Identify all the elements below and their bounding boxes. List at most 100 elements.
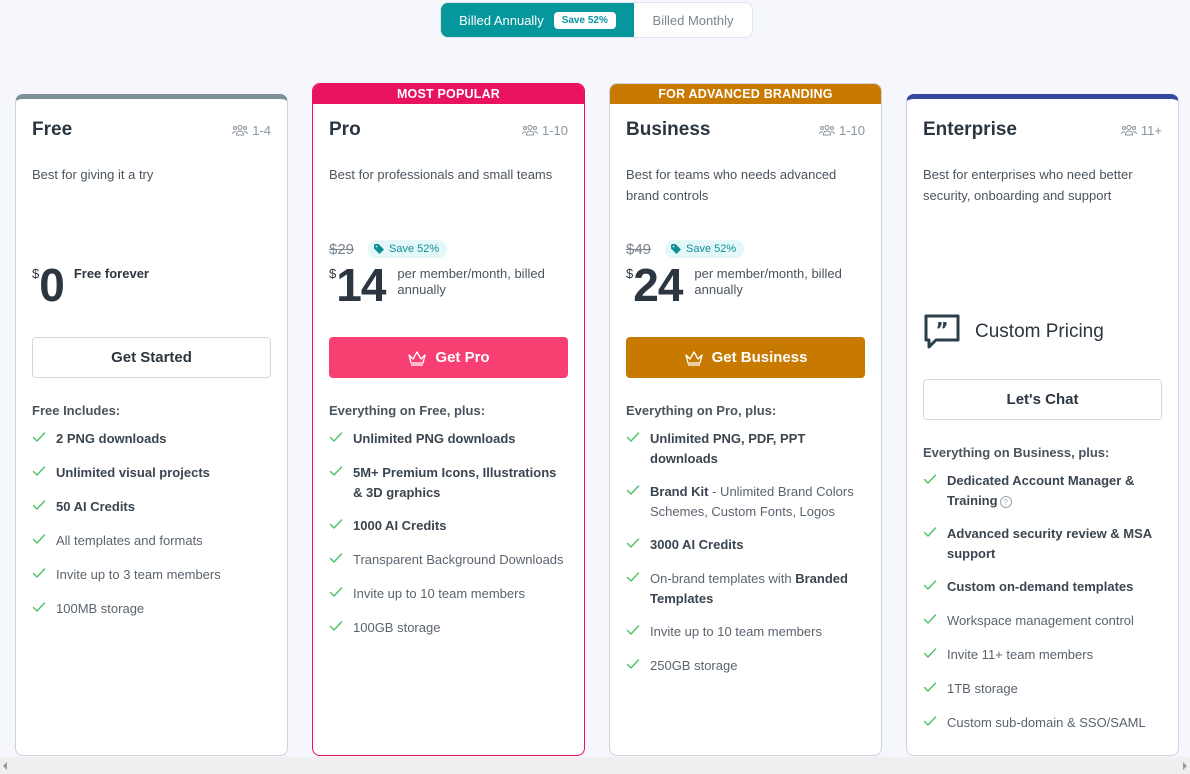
billed-annually-option[interactable]: Billed Annually Save 52% <box>441 3 634 37</box>
feature-text: Unlimited PNG downloads <box>353 431 516 446</box>
billed-monthly-option[interactable]: Billed Monthly <box>634 3 752 37</box>
price-amount: 0 <box>39 259 65 311</box>
includes-title: Everything on Pro, plus: <box>626 403 777 418</box>
feature-list: 2 PNG downloads Unlimited visual projects… <box>32 429 271 620</box>
seat-range: 1-10 <box>818 123 865 138</box>
feature-item: 1000 AI Credits <box>329 516 568 537</box>
includes-title: Everything on Free, plus: <box>329 403 486 418</box>
check-icon <box>32 498 46 518</box>
price-note: per member/month, billed annually <box>694 266 842 297</box>
feature-item: Advanced security review & MSA support <box>923 524 1162 564</box>
feature-list: Dedicated Account Manager & Training? Adv… <box>923 471 1162 734</box>
feature-text: Dedicated Account Manager & Training? <box>947 473 1135 508</box>
feature-text: On-brand templates with Branded Template… <box>650 571 848 606</box>
check-icon <box>329 619 343 639</box>
feature-item: 1TB storage <box>923 679 1162 700</box>
feature-item: Invite 11+ team members <box>923 645 1162 666</box>
feature-text: 1000 AI Credits <box>353 518 447 533</box>
feature-text: 100GB storage <box>353 620 441 635</box>
billed-annually-label: Billed Annually <box>459 12 544 28</box>
feature-item: 50 AI Credits <box>32 497 271 518</box>
plan-card-enterprise: Enterprise 11+ Best for enterprises who … <box>906 94 1179 756</box>
seat-range: 1-4 <box>232 123 271 138</box>
check-icon <box>923 680 937 700</box>
feature-item: Dedicated Account Manager & Training? <box>923 471 1162 511</box>
feature-list: Unlimited PNG, PDF, PPT downloads Brand K… <box>626 429 865 677</box>
feature-text: Transparent Background Downloads <box>353 552 564 567</box>
plan-card-business: FOR ADVANCED BRANDING Business 1-10 Best… <box>609 83 882 756</box>
team-icon <box>1120 125 1137 136</box>
check-icon <box>32 532 46 552</box>
price-note: Free forever <box>73 266 149 281</box>
billing-toggle: Billed Annually Save 52% Billed Monthly <box>440 2 753 38</box>
original-price: $49 <box>626 240 652 258</box>
advanced-branding-banner: FOR ADVANCED BRANDING <box>610 84 881 104</box>
plan-description: Best for teams who needs advanced brand … <box>626 167 837 203</box>
feature-text: Custom sub-domain & SSO/SAML <box>947 715 1146 730</box>
get-business-button[interactable]: Get Business <box>626 337 865 378</box>
feature-item: 250GB storage <box>626 656 865 677</box>
feature-text: 50 AI Credits <box>56 499 135 514</box>
feature-item: 5M+ Premium Icons, Illustrations & 3D gr… <box>329 463 568 503</box>
feature-item: On-brand templates with Branded Template… <box>626 569 865 609</box>
scroll-left-arrow-icon[interactable] <box>3 762 7 770</box>
check-icon <box>923 472 937 511</box>
check-icon <box>329 551 343 571</box>
save-badge: Save 52% <box>368 240 448 258</box>
plan-card-free: Free 1-4 Best for giving it a try $ 0 Fr… <box>15 94 288 756</box>
get-pro-button[interactable]: Get Pro <box>329 337 568 378</box>
includes-title: Free Includes: <box>32 403 121 418</box>
plan-name: Business <box>626 119 711 140</box>
check-icon <box>329 585 343 605</box>
feature-text: 1TB storage <box>947 681 1018 696</box>
feature-text: 2 PNG downloads <box>56 431 167 446</box>
get-started-button[interactable]: Get Started <box>32 337 271 378</box>
check-icon <box>923 612 937 632</box>
tag-icon <box>671 244 682 254</box>
feature-item: Invite up to 10 team members <box>626 622 865 643</box>
plan-name: Pro <box>329 119 361 140</box>
save-badge: Save 52% <box>665 240 745 258</box>
original-price: $29 <box>329 240 355 258</box>
plan-description: Best for enterprises who need better sec… <box>923 167 1133 203</box>
check-icon <box>329 430 343 450</box>
scroll-right-arrow-icon[interactable] <box>1183 762 1187 770</box>
feature-text: Invite 11+ team members <box>947 647 1094 662</box>
plan-description: Best for professionals and small teams <box>329 167 553 182</box>
feature-item: Invite up to 3 team members <box>32 565 271 586</box>
feature-item: All templates and formats <box>32 531 271 552</box>
check-icon <box>626 483 640 522</box>
feature-item: Custom sub-domain & SSO/SAML <box>923 713 1162 734</box>
help-icon[interactable]: ? <box>999 495 1012 508</box>
feature-item: Unlimited PNG, PDF, PPT downloads <box>626 429 865 469</box>
chat-quote-icon: ” <box>924 314 960 349</box>
feature-text: 5M+ Premium Icons, Illustrations & 3D gr… <box>353 465 557 500</box>
svg-text:”: ” <box>935 318 948 342</box>
price-note: per member/month, billed annually <box>397 266 545 297</box>
feature-item: Unlimited PNG downloads <box>329 429 568 450</box>
includes-title: Everything on Business, plus: <box>923 445 1110 460</box>
feature-item: 100MB storage <box>32 599 271 620</box>
lets-chat-button[interactable]: Let's Chat <box>923 379 1162 420</box>
feature-text: Brand Kit - Unlimited Brand Colors Schem… <box>650 484 854 519</box>
plan-description: Best for giving it a try <box>32 167 154 182</box>
feature-item: Invite up to 10 team members <box>329 584 568 605</box>
horizontal-scrollbar[interactable] <box>0 757 1190 774</box>
feature-item: Custom on-demand templates <box>923 577 1162 598</box>
feature-text: Unlimited PNG, PDF, PPT downloads <box>650 431 806 466</box>
seat-range: 11+ <box>1120 123 1162 138</box>
feature-text: Invite up to 10 team members <box>353 586 525 601</box>
feature-list: Unlimited PNG downloads 5M+ Premium Icons… <box>329 429 568 639</box>
plan-name: Free <box>32 119 73 140</box>
plan-name: Enterprise <box>923 119 1017 140</box>
check-icon <box>329 517 343 537</box>
check-icon <box>32 566 46 586</box>
check-icon <box>923 714 937 734</box>
most-popular-banner: MOST POPULAR <box>313 84 584 104</box>
feature-text: Workspace management control <box>947 613 1134 628</box>
feature-text: 250GB storage <box>650 658 738 673</box>
check-icon <box>329 464 343 503</box>
price: $ 0 Free forever <box>32 259 149 311</box>
check-icon <box>626 430 640 469</box>
crown-icon <box>408 350 427 366</box>
